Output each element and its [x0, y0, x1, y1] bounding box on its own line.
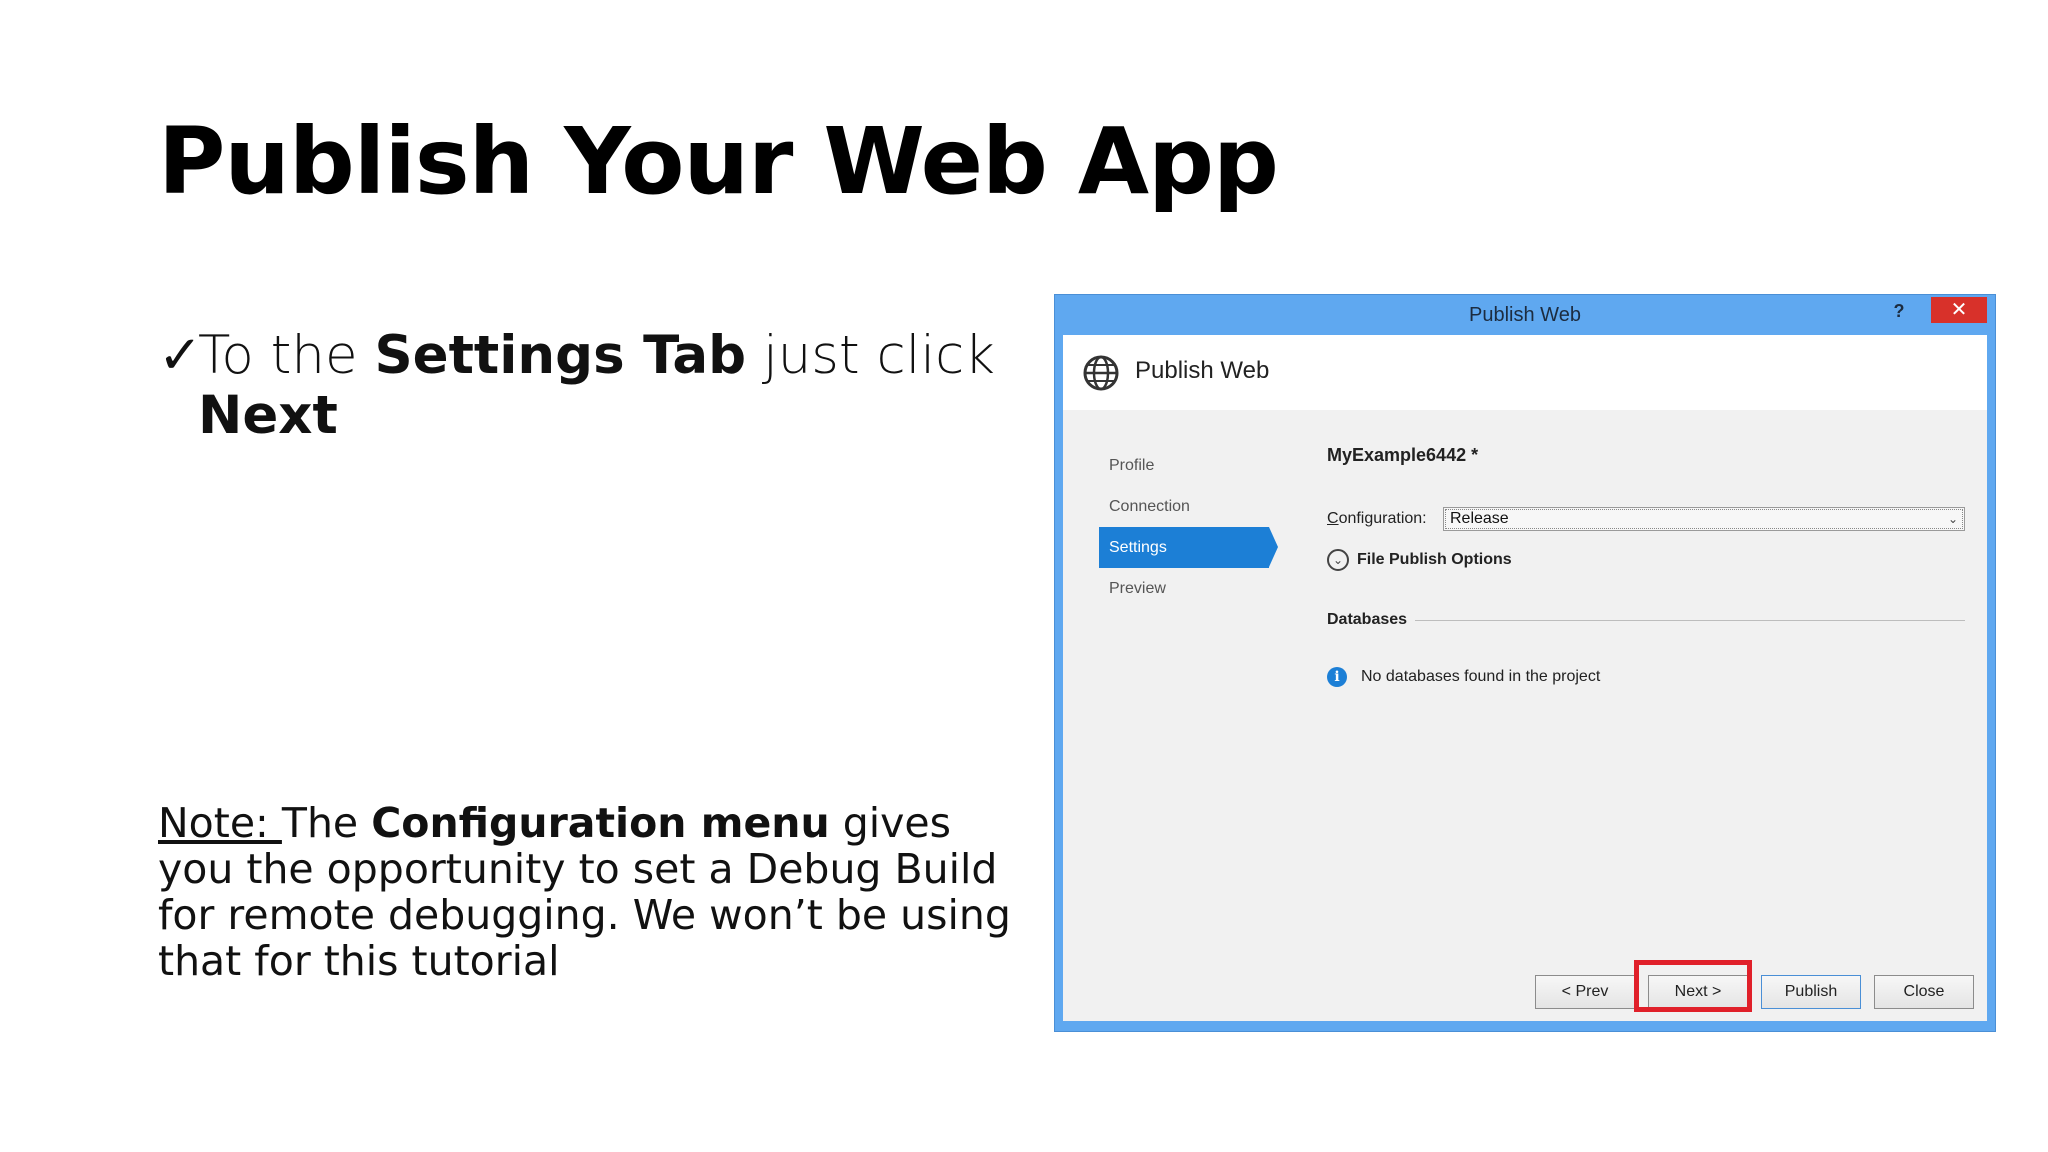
nav-item-profile[interactable]: Profile	[1099, 445, 1299, 486]
dialog-client-area: Publish Web Profile Connection Settings …	[1063, 335, 1987, 1021]
note-paragraph: Note: The Configuration menu gives you t…	[158, 800, 1038, 984]
bullet-text-pre: To the	[198, 325, 375, 386]
chevron-down-icon: ⌄	[1947, 512, 1958, 526]
nav-item-settings[interactable]: Settings	[1099, 527, 1278, 568]
help-button[interactable]: ?	[1885, 297, 1913, 325]
dialog-header-title: Publish Web	[1135, 357, 1270, 384]
checkmark-icon: ✓	[158, 325, 203, 386]
publish-button[interactable]: Publish	[1761, 975, 1861, 1009]
dialog-header: Publish Web	[1063, 335, 1987, 410]
no-databases-text: No databases found in the project	[1361, 668, 1601, 685]
note-text-1: The	[281, 799, 372, 847]
close-icon: ✕	[1950, 299, 1968, 321]
globe-icon	[1081, 353, 1121, 398]
configuration-label: Configuration:	[1327, 510, 1427, 527]
settings-panel: MyExample6442 * Configuration: Release ⌄…	[1327, 445, 1965, 687]
next-button-highlight	[1634, 960, 1752, 1012]
bullet-bold-settings-tab: Settings Tab	[374, 325, 747, 386]
publish-web-dialog: Publish Web ? ✕ Publish Web Profile Conn…	[1054, 294, 1996, 1032]
close-button[interactable]: Close	[1874, 975, 1974, 1009]
note-bold-configuration-menu: Configuration menu	[371, 799, 830, 847]
databases-section-header: Databases	[1327, 611, 1965, 629]
note-label: Note:	[158, 799, 282, 847]
nav-item-connection[interactable]: Connection	[1099, 486, 1299, 527]
note-debug-build: Debug Build	[746, 845, 998, 893]
no-databases-message: i No databases found in the project	[1327, 667, 1600, 687]
window-close-button[interactable]: ✕	[1931, 297, 1987, 323]
profile-name: MyExample6442 *	[1327, 445, 1479, 465]
file-publish-options-label: File Publish Options	[1357, 551, 1512, 568]
bullet-point: ✓To the Settings Tab just click Next	[158, 326, 1038, 446]
file-publish-options-expander[interactable]: ⌄ File Publish Options	[1327, 549, 1512, 571]
configuration-select[interactable]: Release ⌄	[1443, 507, 1965, 531]
expand-chevron-icon: ⌄	[1327, 549, 1349, 571]
bullet-text-mid: just click	[746, 325, 995, 386]
nav-item-preview[interactable]: Preview	[1099, 568, 1299, 609]
info-icon: i	[1327, 667, 1347, 687]
publish-nav: Profile Connection Settings Preview	[1099, 445, 1299, 609]
slide-title: Publish Your Web App	[158, 108, 1279, 215]
dialog-titlebar: Publish Web	[1055, 295, 1995, 335]
configuration-value: Release	[1450, 510, 1509, 527]
note-text-3: for	[158, 891, 228, 939]
window-title: Publish Web	[1469, 304, 1581, 326]
configuration-row: Configuration: Release ⌄	[1327, 507, 1965, 531]
section-divider	[1415, 619, 1965, 621]
note-remote-debugging: remote debugging	[227, 891, 607, 939]
databases-label: Databases	[1327, 611, 1408, 628]
bullet-bold-next: Next	[198, 385, 338, 446]
prev-button[interactable]: < Prev	[1535, 975, 1635, 1009]
